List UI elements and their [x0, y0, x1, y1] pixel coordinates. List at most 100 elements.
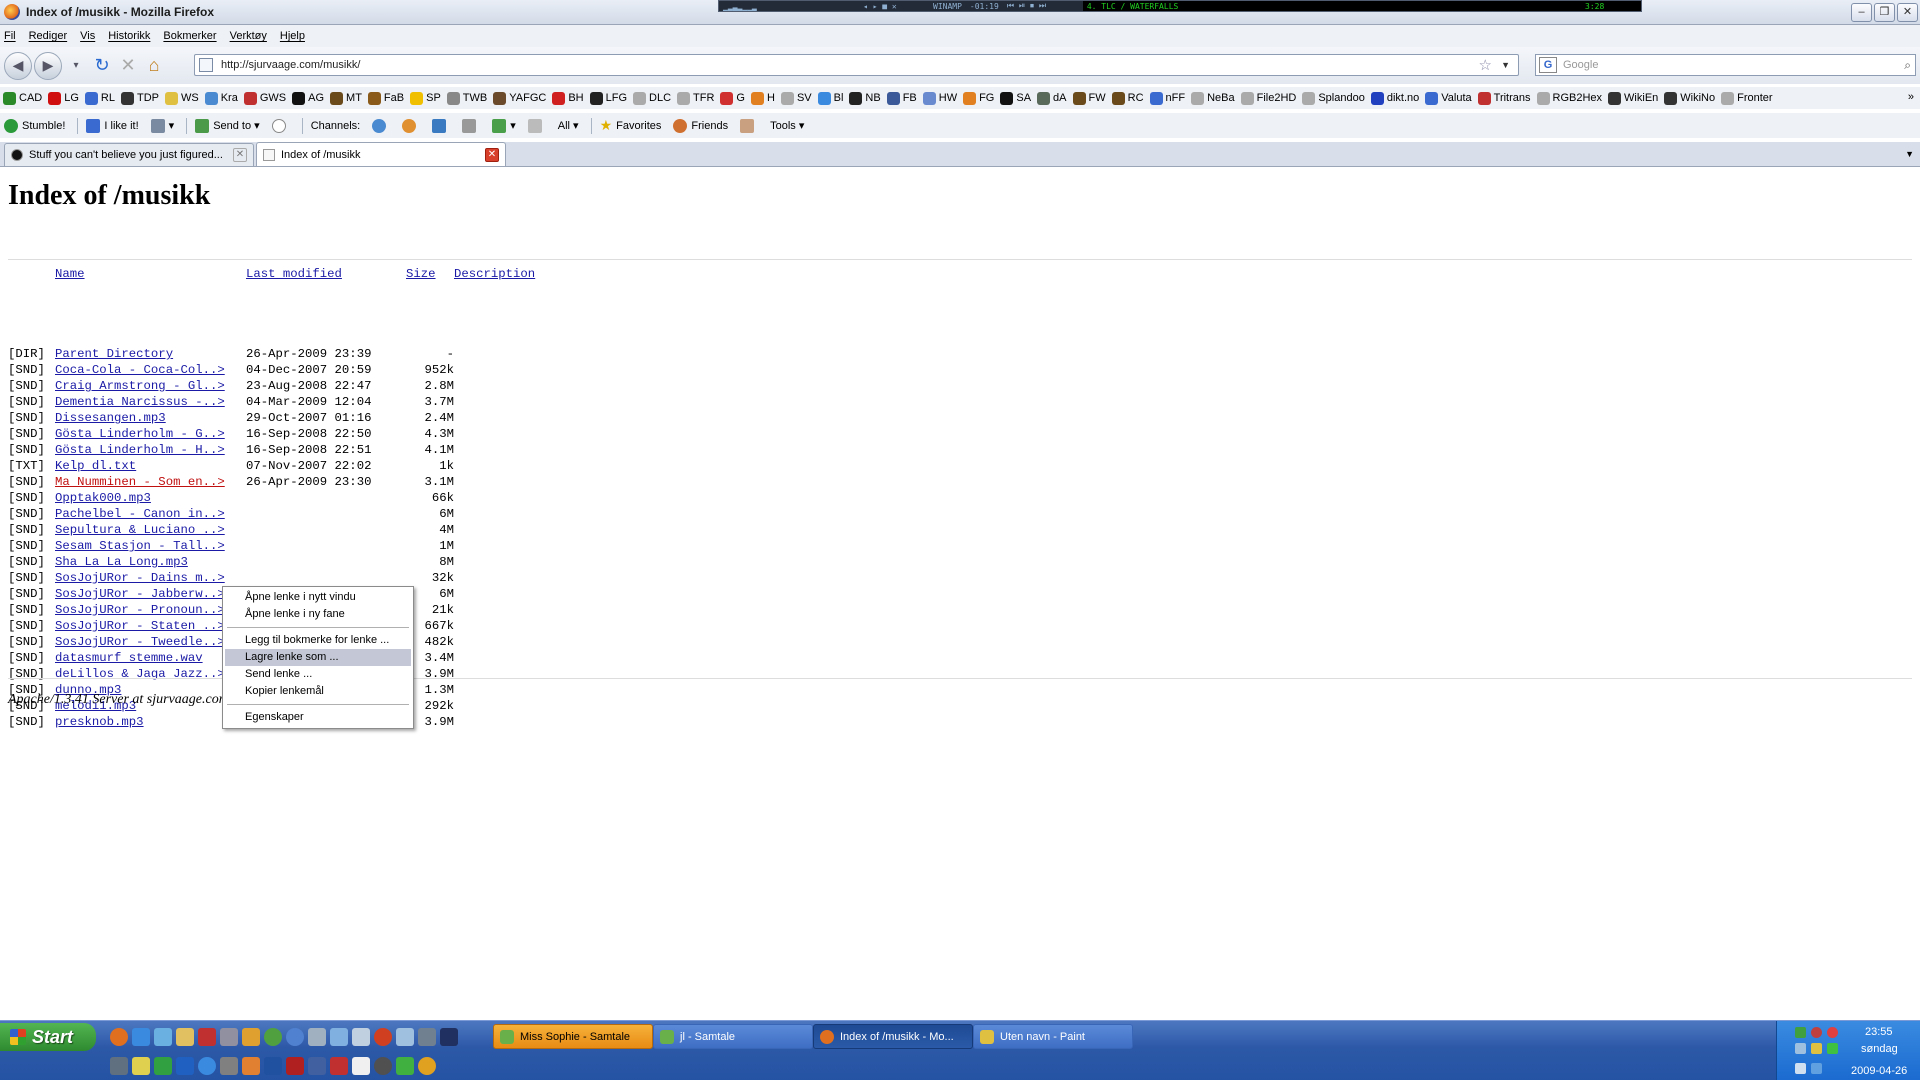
ctx-properties[interactable]: Egenskaper: [225, 709, 411, 726]
file-link[interactable]: Dissesangen.mp3: [55, 410, 246, 426]
channel-photo-button[interactable]: [462, 118, 480, 133]
search-bar[interactable]: G Google ⌕: [1535, 54, 1916, 76]
bookmarks-overflow-icon[interactable]: »: [1908, 91, 1914, 103]
winamp-buttons[interactable]: ⏮ ⏯ ⏹ ⏭: [1002, 1, 1083, 11]
bookmark-item[interactable]: CAD: [3, 91, 42, 105]
bookmark-item[interactable]: Tritrans: [1477, 91, 1531, 105]
history-dropdown-icon[interactable]: ▾: [64, 54, 88, 78]
file-link[interactable]: SosJojURor - Jabberw..>: [55, 586, 246, 602]
tab-stuff[interactable]: Stuff you can't believe you just figured…: [4, 143, 254, 166]
minimize-button[interactable]: –: [1851, 3, 1872, 22]
dislike-button[interactable]: ▾: [150, 118, 174, 133]
ie-launch-icon[interactable]: [132, 1028, 150, 1046]
close-window-button[interactable]: ✕: [1897, 3, 1918, 22]
stop-button[interactable]: ✕: [116, 54, 140, 78]
winamp-panel[interactable]: ▁▂▃▂▁▁▂ ◂ ▸ ■ ✕ WINAMP -01:19 ⏮ ⏯ ⏹ ⏭ 4.…: [718, 0, 1642, 12]
ctx-open-new-tab[interactable]: Åpne lenke i ny fane: [225, 606, 411, 623]
bookmark-item[interactable]: FaB: [367, 91, 404, 105]
taskbar-jl-samtale[interactable]: jl - Samtale: [653, 1024, 813, 1049]
sort-size-link[interactable]: Size: [406, 266, 454, 282]
folder-launch-icon[interactable]: [176, 1028, 194, 1046]
bookmark-item[interactable]: NB: [849, 91, 881, 105]
ctx-save-link-as[interactable]: Lagre lenke som ...: [225, 649, 411, 666]
user-launch-icon[interactable]: [418, 1028, 436, 1046]
tray-antivirus-icon[interactable]: [1811, 1027, 1822, 1038]
menu-bookmarks[interactable]: Bokmerker: [163, 30, 216, 42]
file-link[interactable]: Parent Directory: [55, 346, 246, 362]
forward-button[interactable]: ▶: [34, 51, 62, 80]
bookmark-item[interactable]: BH: [552, 91, 584, 105]
file-link[interactable]: presknob.mp3: [55, 714, 246, 730]
sort-description-link[interactable]: Description: [454, 266, 535, 282]
sort-name-link[interactable]: Name: [55, 266, 246, 282]
bookmark-item[interactable]: LG: [48, 91, 79, 105]
bookmark-item[interactable]: DLC: [633, 91, 671, 105]
computer-launch-icon[interactable]: [352, 1028, 370, 1046]
channel-globe-button[interactable]: [372, 118, 390, 133]
tray-update-icon[interactable]: [1827, 1043, 1838, 1054]
winamp-controls[interactable]: ◂ ▸ ■ ✕: [859, 1, 929, 11]
bookmark-star-icon[interactable]: ☆: [1479, 56, 1492, 74]
stumble-button[interactable]: Stumble!: [4, 118, 65, 133]
bookmark-item[interactable]: GWS: [243, 91, 286, 105]
tray-volume-icon[interactable]: [1811, 1063, 1822, 1074]
send-to-button[interactable]: Send to ▾: [195, 118, 260, 133]
bookmark-item[interactable]: SV: [780, 91, 812, 105]
firefox-launch-icon[interactable]: [110, 1028, 128, 1046]
bookmark-item[interactable]: TFR: [677, 91, 714, 105]
tray-messenger-icon[interactable]: [1811, 1043, 1822, 1054]
tool-launch-icon[interactable]: [220, 1028, 238, 1046]
bookmark-item[interactable]: TWB: [446, 91, 487, 105]
dropbox-launch-icon[interactable]: [176, 1057, 194, 1075]
file-link[interactable]: Kelp dl.txt: [55, 458, 246, 474]
bookmark-item[interactable]: Bl: [817, 91, 843, 105]
archive-launch-icon[interactable]: [242, 1057, 260, 1075]
window-launch-icon[interactable]: [352, 1057, 370, 1075]
all-channels-dropdown[interactable]: All ▾: [558, 119, 579, 133]
note-launch-icon[interactable]: [132, 1057, 150, 1075]
home-button[interactable]: ⌂: [142, 54, 166, 78]
bookmark-item[interactable]: G: [720, 91, 745, 105]
start-button[interactable]: Start: [0, 1023, 96, 1051]
ctx-copy-link-location[interactable]: Kopier lenkemål: [225, 683, 411, 700]
favorites-button[interactable]: ★ Favorites: [600, 117, 662, 134]
game-launch-icon[interactable]: [154, 1057, 172, 1075]
tab-list-dropdown-icon[interactable]: ▼: [1905, 149, 1914, 159]
photoshop-launch-icon[interactable]: [264, 1057, 282, 1075]
bookmark-item[interactable]: FW: [1072, 91, 1106, 105]
channel-tag-button[interactable]: [527, 118, 546, 133]
chrome-launch-icon[interactable]: [374, 1028, 392, 1046]
ctx-open-new-window[interactable]: Åpne lenke i nytt vindu: [225, 589, 411, 606]
bookmark-item[interactable]: HW: [922, 91, 957, 105]
channel-video-button[interactable]: [432, 118, 450, 133]
bookmark-item[interactable]: dA: [1037, 91, 1067, 105]
file-link[interactable]: SosJojURor - Tweedle..>: [55, 634, 246, 650]
media-launch-icon[interactable]: [264, 1028, 282, 1046]
flash-launch-icon[interactable]: [286, 1057, 304, 1075]
player-launch-icon[interactable]: [286, 1028, 304, 1046]
bookmark-item[interactable]: H: [750, 91, 775, 105]
clock-time[interactable]: 23:55: [1865, 1026, 1893, 1038]
ctx-send-link[interactable]: Send lenke ...: [225, 666, 411, 683]
file-link[interactable]: deLillos & Jaga Jazz..>: [55, 666, 246, 682]
bookmark-item[interactable]: RL: [84, 91, 115, 105]
tray-app-icon[interactable]: [1795, 1027, 1806, 1038]
file-link[interactable]: Sepultura & Luciano ..>: [55, 522, 246, 538]
bookmark-item[interactable]: WikiEn: [1608, 91, 1658, 105]
bookmark-item[interactable]: Kra: [204, 91, 238, 105]
bookmark-item[interactable]: SP: [410, 91, 441, 105]
bookmark-item[interactable]: NeBa: [1191, 91, 1235, 105]
file-link[interactable]: Pachelbel - Canon in..>: [55, 506, 246, 522]
bookmark-item[interactable]: File2HD: [1240, 91, 1296, 105]
messenger-launch-icon[interactable]: [154, 1028, 172, 1046]
file-link[interactable]: Coca-Cola - Coca-Col..>: [55, 362, 246, 378]
bookmark-item[interactable]: SA: [1000, 91, 1031, 105]
taskbar-paint[interactable]: Uten navn - Paint: [973, 1024, 1133, 1049]
bookmark-item[interactable]: Splandoo: [1302, 91, 1365, 105]
bookmark-item[interactable]: FB: [886, 91, 917, 105]
menu-help[interactable]: Hjelp: [280, 30, 305, 42]
reload-button[interactable]: ↻: [90, 54, 114, 78]
audition-launch-icon[interactable]: [308, 1057, 326, 1075]
ctx-bookmark-link[interactable]: Legg til bokmerke for lenke ...: [225, 632, 411, 649]
menu-view[interactable]: Vis: [80, 30, 95, 42]
